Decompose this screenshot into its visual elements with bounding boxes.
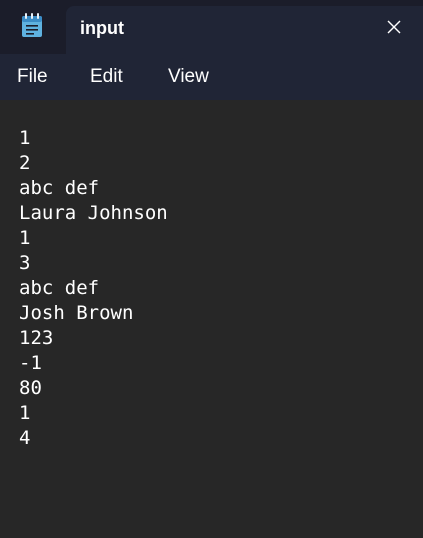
editor-line: abc def [19, 277, 100, 299]
close-icon [387, 20, 401, 34]
editor-lines: 1 2 abc def Laura Johnson 1 3 abc def Jo… [19, 126, 168, 451]
editor-line: 80 [19, 377, 42, 399]
notepad-icon [22, 13, 42, 37]
editor-line: Josh Brown [19, 302, 134, 324]
editor-line: 123 [19, 327, 54, 349]
editor-line: 3 [19, 252, 31, 274]
menu-file[interactable]: File [17, 65, 48, 89]
editor-line: 4 [19, 427, 31, 449]
editor-line: 1 [19, 402, 31, 424]
menu-bar: File Edit View [0, 54, 423, 100]
menu-edit[interactable]: Edit [90, 65, 123, 89]
tab-title: input [80, 18, 124, 38]
notepad-window: input File Edit View 1 2 abc def Laura J… [0, 0, 423, 538]
editor-line: abc def [19, 177, 100, 199]
editor-line: 1 [19, 227, 31, 249]
editor-line: -1 [19, 352, 42, 374]
editor-line: 1 [19, 127, 31, 149]
menu-view[interactable]: View [168, 65, 209, 89]
close-tab-button[interactable] [374, 10, 414, 44]
title-bar: input [0, 0, 423, 54]
editor-line: Laura Johnson [19, 202, 168, 224]
editor-line: 2 [19, 152, 31, 174]
text-editor[interactable]: 1 2 abc def Laura Johnson 1 3 abc def Jo… [0, 100, 423, 538]
